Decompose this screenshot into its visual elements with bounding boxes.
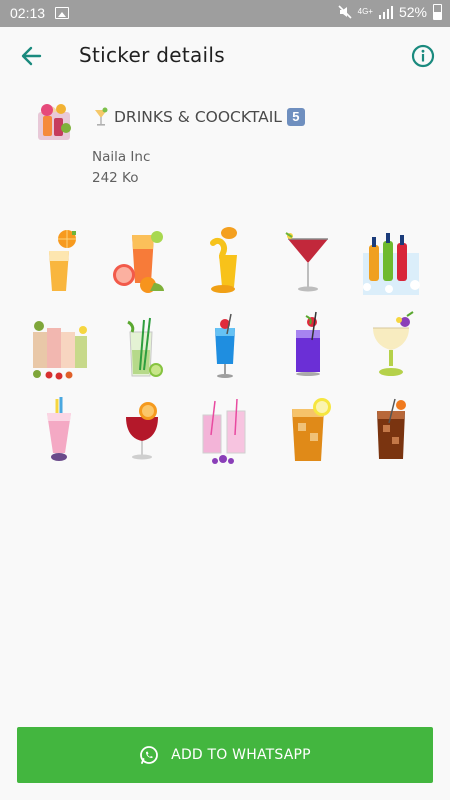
smoothies-sticker[interactable] bbox=[17, 303, 100, 388]
network-label: 4G+ bbox=[357, 7, 373, 16]
martini-cocktail-sticker[interactable] bbox=[267, 218, 350, 303]
status-right: 4G+ 52% bbox=[338, 4, 442, 20]
signal-icon bbox=[378, 5, 393, 19]
pink-lemonade-sticker[interactable] bbox=[183, 388, 266, 473]
arrow-back-icon[interactable] bbox=[18, 43, 44, 69]
pink-milkshake-sticker[interactable] bbox=[17, 388, 100, 473]
purple-cocktail-sticker[interactable] bbox=[267, 303, 350, 388]
pina-colada-sticker[interactable] bbox=[350, 303, 433, 388]
status-bar: 02:13 4G+ 52% bbox=[0, 0, 450, 27]
app-bar: Sticker details bbox=[0, 27, 450, 87]
pack-name-badge: 5 bbox=[286, 108, 305, 126]
soda-bottles-ice-sticker[interactable] bbox=[350, 218, 433, 303]
grapefruit-juice-sticker[interactable] bbox=[100, 218, 183, 303]
whatsapp-icon bbox=[140, 746, 159, 764]
mango-juice-splash-sticker[interactable] bbox=[183, 218, 266, 303]
mute-icon bbox=[338, 5, 352, 19]
cocktail-emoji-icon bbox=[95, 107, 108, 126]
page-title: Sticker details bbox=[79, 43, 225, 67]
pack-size: 242 Ko bbox=[92, 170, 139, 186]
iced-tea-lemon-sticker[interactable] bbox=[267, 388, 350, 473]
sticker-grid bbox=[17, 218, 433, 473]
battery-icon bbox=[433, 4, 442, 20]
info-icon[interactable] bbox=[411, 44, 435, 68]
orange-juice-sticker[interactable] bbox=[17, 218, 100, 303]
blue-cocktail-sticker[interactable] bbox=[183, 303, 266, 388]
image-icon bbox=[55, 7, 69, 19]
add-button-label: ADD TO WHATSAPP bbox=[171, 747, 311, 763]
status-time: 02:13 bbox=[10, 5, 46, 21]
cola-ice-sticker[interactable] bbox=[350, 388, 433, 473]
battery-percent: 52% bbox=[398, 4, 427, 20]
pack-publisher: Naila Inc bbox=[92, 149, 151, 165]
pack-name-row: DRINKS & COOCKTAIL 5 bbox=[93, 107, 305, 127]
add-to-whatsapp-button[interactable]: ADD TO WHATSAPP bbox=[17, 727, 433, 783]
pack-tray-icon bbox=[38, 104, 71, 140]
mojito-sticker[interactable] bbox=[100, 303, 183, 388]
red-sangria-sticker[interactable] bbox=[100, 388, 183, 473]
pack-name: DRINKS & COOCKTAIL bbox=[114, 108, 282, 126]
